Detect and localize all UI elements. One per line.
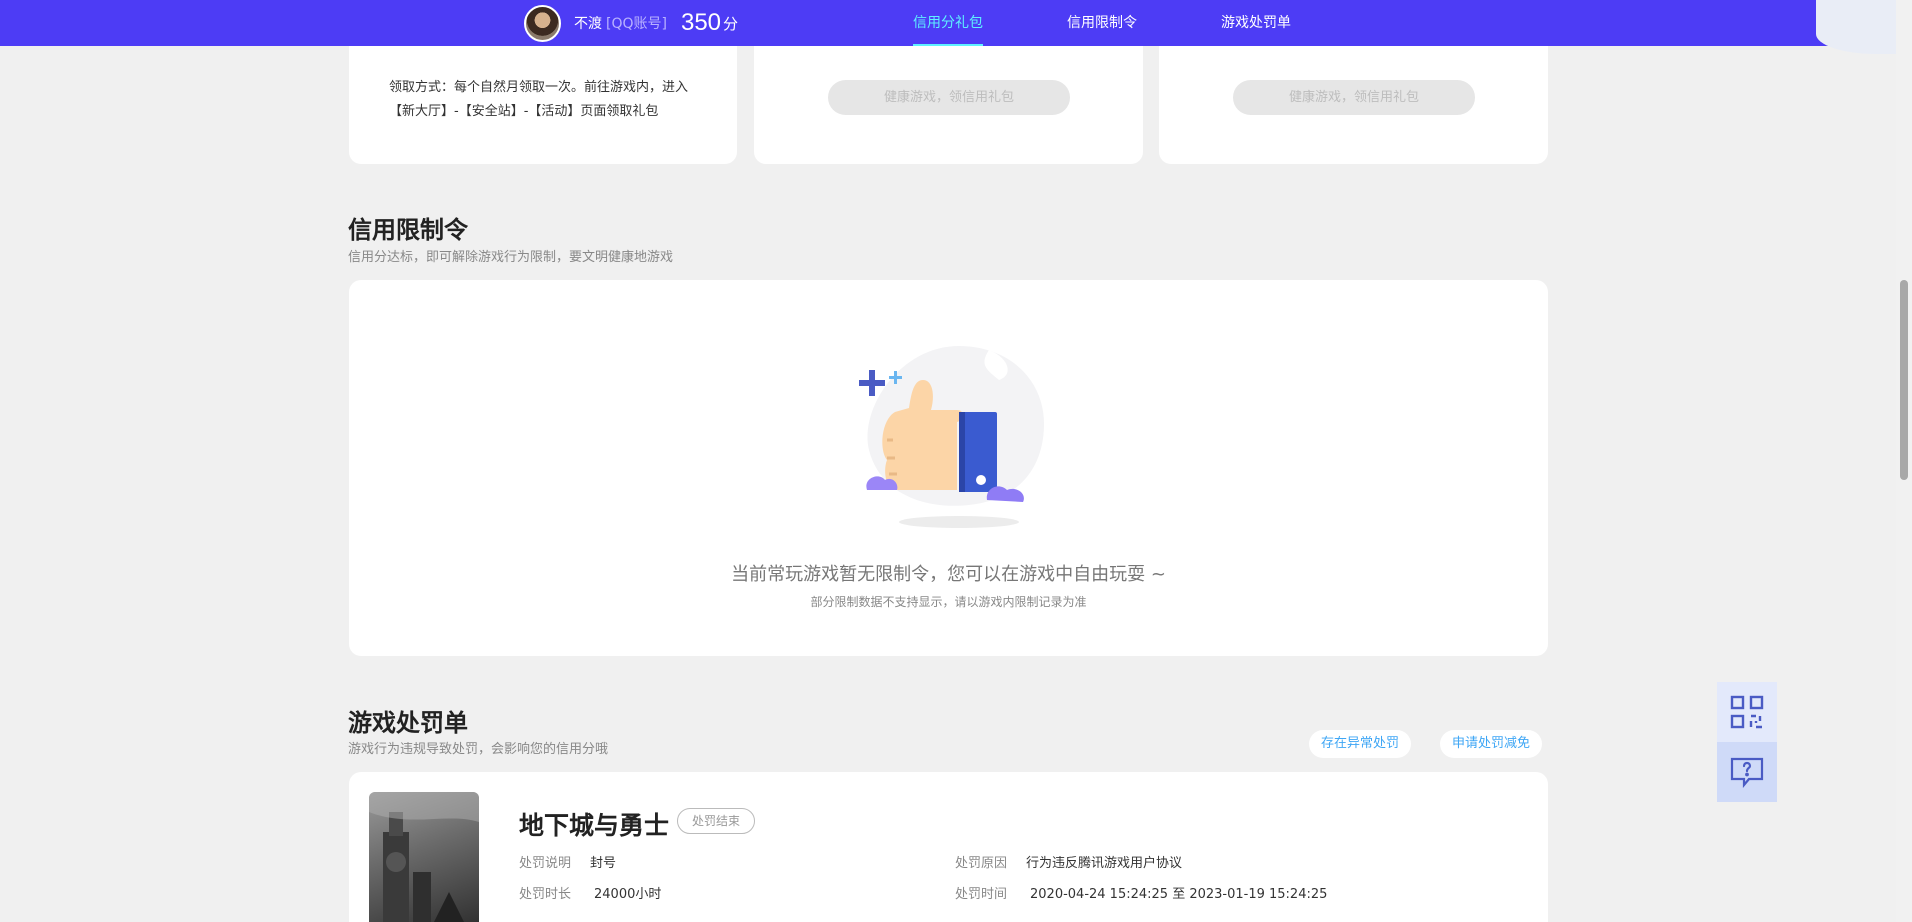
empty-restriction-note: 部分限制数据不支持显示，请以游戏内限制记录为准	[810, 595, 1087, 609]
restriction-empty-card: 当前常玩游戏暂无限制令，您可以在游戏中自由玩耍 ~ 部分限制数据不支持显示，请以…	[349, 280, 1548, 656]
username: 不渡	[574, 16, 602, 32]
status-badge: 处罚结束	[677, 808, 756, 834]
punishment-duration-value: 24000小时	[594, 887, 662, 902]
punishment-card: 地下城与勇士 处罚结束 处罚说明 封号 处罚时长 24000小时 处罚原因 行为…	[349, 772, 1548, 922]
user-info: 不渡 [QQ账号] 350 分	[524, 4, 738, 42]
header-decoration	[1816, 0, 1896, 54]
tab-credit-restriction[interactable]: 信用限制令	[1067, 0, 1137, 46]
claim-gift-button[interactable]: 健康游戏，领信用礼包	[828, 80, 1070, 115]
top-nav-bar: 不渡 [QQ账号] 350 分 信用分礼包 信用限制令 游戏处罚单	[0, 0, 1896, 54]
punishment-desc-value: 封号	[590, 856, 617, 871]
avatar[interactable]	[524, 4, 561, 42]
account-type: [QQ账号]	[606, 16, 667, 32]
qr-code-icon	[1730, 695, 1764, 729]
gift-card-2: 健康游戏，领信用礼包	[754, 36, 1143, 164]
thumbs-up-illustration	[859, 346, 1045, 528]
restriction-title: 信用限制令	[348, 216, 468, 244]
punishment-reason-label: 处罚原因	[955, 856, 1008, 871]
punishment-subtitle: 游戏行为违规导致处罚，会影响您的信用分哦	[348, 742, 609, 757]
scrollbar-thumb[interactable]	[1900, 280, 1908, 480]
punishment-time-value: 2020-04-24 15:24:25 至 2023-01-19 15:24:2…	[1030, 887, 1328, 902]
apply-reduction-button[interactable]: 申请处罚减免	[1440, 730, 1543, 758]
abnormal-punishment-button[interactable]: 存在异常处罚	[1309, 730, 1412, 758]
gift-card-1: 领取方式：每个自然月领取一次。前往游戏内，进入【新大厅】-【安全站】-【活动】页…	[349, 36, 737, 164]
scrollbar[interactable]	[1896, 0, 1912, 922]
empty-restriction-message: 当前常玩游戏暂无限制令，您可以在游戏中自由玩耍 ~	[731, 564, 1166, 585]
game-cover-image	[369, 792, 479, 922]
qr-code-tool[interactable]	[1717, 682, 1777, 742]
punishment-time-label: 处罚时间	[955, 887, 1008, 902]
credit-score: 350	[680, 9, 722, 36]
restriction-subtitle: 信用分达标，即可解除游戏行为限制，要文明健康地游戏	[348, 250, 674, 265]
feedback-tool[interactable]	[1717, 742, 1777, 802]
claim-gift-button[interactable]: 健康游戏，领信用礼包	[1233, 80, 1475, 115]
punishment-title: 游戏处罚单	[348, 709, 468, 737]
credit-score-unit: 分	[723, 14, 739, 33]
feedback-icon	[1730, 757, 1764, 788]
tab-credit-gift[interactable]: 信用分礼包	[913, 0, 983, 46]
gift-card-3: 健康游戏，领信用礼包	[1159, 36, 1548, 164]
claim-method-text: 领取方式：每个自然月领取一次。前往游戏内，进入【新大厅】-【安全站】-【活动】页…	[389, 80, 689, 119]
punishment-desc-label: 处罚说明	[519, 856, 572, 871]
punishment-reason-value: 行为违反腾讯游戏用户协议	[1026, 856, 1183, 871]
punishment-duration-label: 处罚时长	[519, 887, 572, 902]
game-name: 地下城与勇士	[519, 811, 670, 840]
tab-game-punishment[interactable]: 游戏处罚单	[1221, 0, 1291, 46]
